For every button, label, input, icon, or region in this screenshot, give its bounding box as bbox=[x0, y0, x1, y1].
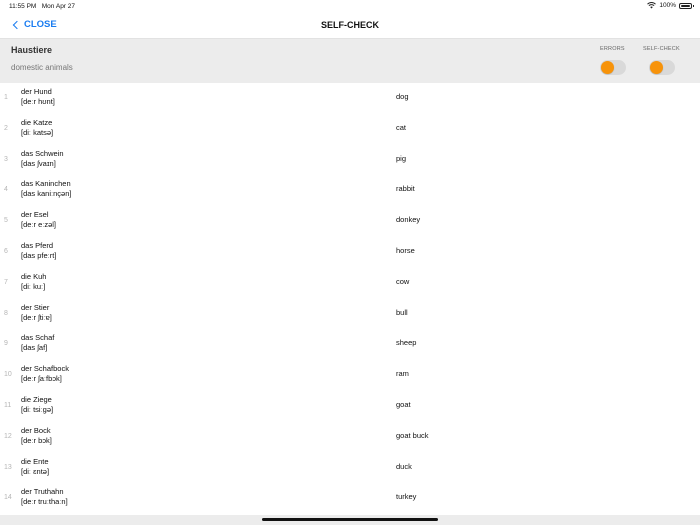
row-number: 8 bbox=[4, 309, 8, 317]
pronunciation: [diː ɛntə] bbox=[21, 466, 50, 476]
row-number: 1 bbox=[4, 94, 8, 101]
list-item[interactable]: 9 das Schaf [das ʃaf] sheep bbox=[0, 329, 700, 360]
row-number: 12 bbox=[4, 432, 12, 440]
wifi-icon bbox=[647, 2, 657, 9]
errors-toggle[interactable] bbox=[600, 60, 626, 75]
list-item[interactable]: 1 der Hund [deːr hʊnt] dog bbox=[0, 83, 700, 114]
list-item[interactable]: 8 der Stier [deːr ʃtiːɐ] bull bbox=[0, 299, 700, 330]
row-number: 14 bbox=[4, 494, 12, 502]
list-item[interactable]: 11 die Ziege [diː tsiːgə] goat bbox=[0, 391, 700, 422]
home-indicator[interactable] bbox=[262, 518, 438, 521]
row-number: 4 bbox=[4, 186, 8, 194]
german-word: der Bock bbox=[21, 425, 51, 435]
pronunciation: [deːr eːzəl] bbox=[21, 220, 57, 230]
translation: pig bbox=[396, 153, 407, 163]
pronunciation: [deːr ʃtiːɐ] bbox=[21, 312, 52, 322]
row-number: 3 bbox=[4, 155, 8, 163]
errors-label: ERRORS bbox=[600, 46, 625, 52]
selfcheck-toggle-knob bbox=[650, 61, 663, 74]
selfcheck-toggle[interactable] bbox=[649, 60, 675, 75]
german-word: das Schaf bbox=[21, 333, 55, 343]
set-header: Haustiere domestic animals ERRORS SELF-C… bbox=[0, 38, 700, 83]
row-number: 11 bbox=[4, 401, 12, 409]
german-word: die Katze bbox=[21, 117, 53, 127]
german-word: der Schafbock bbox=[21, 364, 69, 374]
translation: turkey bbox=[396, 492, 417, 502]
row-number: 7 bbox=[4, 278, 8, 286]
german-word: der Stier bbox=[21, 302, 50, 312]
translation: goat buck bbox=[396, 430, 429, 440]
pronunciation: [diː kuː] bbox=[21, 281, 46, 291]
set-title: Haustiere bbox=[11, 45, 53, 55]
translation: ram bbox=[396, 369, 409, 379]
status-right: 100% bbox=[647, 2, 694, 9]
row-number: 9 bbox=[4, 340, 8, 348]
german-word: die Ente bbox=[21, 456, 49, 466]
translation: rabbit bbox=[396, 184, 415, 194]
translation: dog bbox=[396, 92, 409, 101]
list-item[interactable]: 10 der Schafbock [deːr ʃaːfbɔk] ram bbox=[0, 360, 700, 391]
pronunciation: [diː tsiːgə] bbox=[21, 404, 54, 414]
translation: horse bbox=[396, 245, 415, 255]
translation: goat bbox=[396, 399, 411, 409]
pronunciation: [das kaniːnçən] bbox=[21, 189, 72, 199]
list-item[interactable]: 6 das Pferd [das pfeːrt] horse bbox=[0, 237, 700, 268]
translation: cow bbox=[396, 276, 410, 286]
german-word: der Hund bbox=[21, 87, 52, 96]
status-time: 11:55 PM bbox=[9, 3, 37, 10]
german-word: die Ziege bbox=[21, 394, 52, 404]
list-item[interactable]: 14 der Truthahn [deːr truːthaːn] turkey bbox=[0, 483, 700, 514]
list-item[interactable]: 13 die Ente [diː ɛntə] duck bbox=[0, 453, 700, 484]
selfcheck-label: SELF-CHECK bbox=[643, 46, 680, 52]
translation: sheep bbox=[396, 338, 417, 348]
list-item[interactable]: 12 der Bock [deːr bɔk] goat buck bbox=[0, 422, 700, 453]
pronunciation: [das pfeːrt] bbox=[21, 250, 57, 260]
german-word: der Esel bbox=[21, 210, 49, 220]
pronunciation: [deːr hʊnt] bbox=[21, 97, 55, 106]
nav-bar: CLOSE SELF-CHECK bbox=[0, 12, 700, 38]
pronunciation: [das ʃaf] bbox=[21, 343, 48, 353]
german-word: der Truthahn bbox=[21, 487, 64, 497]
german-word: das Schwein bbox=[21, 148, 64, 158]
pronunciation: [deːr truːthaːn] bbox=[21, 497, 68, 507]
list-item[interactable]: 2 die Katze [diː katsə] cat bbox=[0, 114, 700, 145]
translation: donkey bbox=[396, 215, 421, 225]
translation: bull bbox=[396, 307, 408, 317]
row-number: 2 bbox=[4, 124, 8, 132]
german-word: das Pferd bbox=[21, 240, 54, 250]
german-word: die Kuh bbox=[21, 271, 47, 281]
list-item[interactable]: 5 der Esel [deːr eːzəl] donkey bbox=[0, 206, 700, 237]
list-item[interactable]: 4 das Kaninchen [das kaniːnçən] rabbit bbox=[0, 175, 700, 206]
row-number: 5 bbox=[4, 217, 8, 225]
german-word: das Kaninchen bbox=[21, 179, 71, 189]
row-number: 6 bbox=[4, 247, 8, 255]
list-item[interactable]: 3 das Schwein [das ʃvaɪn] pig bbox=[0, 145, 700, 176]
pronunciation: [deːr ʃaːfbɔk] bbox=[21, 374, 62, 384]
row-number: 13 bbox=[4, 463, 12, 471]
errors-toggle-knob bbox=[601, 61, 614, 74]
status-bar: 11:55 PM Mon Apr 27 100% bbox=[0, 0, 700, 12]
translation: cat bbox=[396, 122, 407, 132]
battery-percent: 100% bbox=[659, 2, 676, 9]
page-title: SELF-CHECK bbox=[321, 20, 379, 30]
set-subtitle: domestic animals bbox=[11, 63, 73, 72]
pronunciation: [das ʃvaɪn] bbox=[21, 158, 56, 168]
word-list[interactable]: 1 der Hund [deːr hʊnt] dog 2 die Katze [diː ka… bbox=[0, 83, 700, 515]
pronunciation: [deːr bɔk] bbox=[21, 435, 52, 445]
pronunciation: [diː katsə] bbox=[21, 127, 54, 137]
row-number: 10 bbox=[4, 371, 12, 379]
list-item[interactable]: 7 die Kuh [diː kuː] cow bbox=[0, 268, 700, 299]
status-date: Mon Apr 27 bbox=[41, 3, 76, 10]
battery-icon bbox=[679, 2, 694, 9]
status-time-date: 11:55 PM Mon Apr 27 bbox=[9, 3, 75, 10]
translation: duck bbox=[396, 461, 412, 471]
